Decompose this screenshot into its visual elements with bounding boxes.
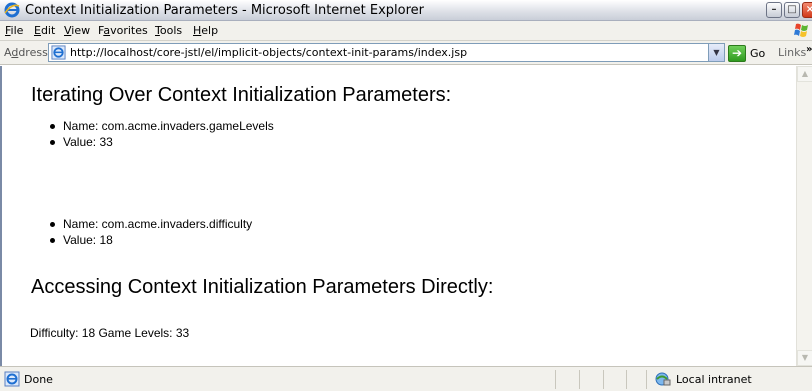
ie-icon xyxy=(4,2,20,18)
links-button[interactable]: Links xyxy=(778,46,806,59)
address-input[interactable]: http://localhost/core-jstl/el/implicit-o… xyxy=(48,43,710,62)
menu-bar: File Edit View Favorites Tools Help xyxy=(0,21,812,41)
list-item: Value: 33 xyxy=(49,134,274,150)
close-button[interactable]: × xyxy=(802,2,812,18)
title-bar[interactable]: Context Initialization Parameters - Micr… xyxy=(0,0,812,21)
maximize-button[interactable]: □ xyxy=(784,2,800,18)
security-zone: Local intranet xyxy=(676,373,752,386)
chevron-up-icon: ▲ xyxy=(801,69,809,78)
status-text: Done xyxy=(24,373,53,386)
menu-tools[interactable]: Tools xyxy=(155,24,182,37)
local-intranet-icon xyxy=(655,372,671,386)
heading-iterating: Iterating Over Context Initialization Pa… xyxy=(31,84,452,106)
links-chevron-icon[interactable]: » xyxy=(806,44,812,55)
chevron-down-icon: ▼ xyxy=(801,353,809,362)
minimize-button[interactable]: – xyxy=(766,2,782,18)
window-controls: – □ × xyxy=(766,2,812,19)
address-dropdown-button[interactable]: ▼ xyxy=(708,43,725,62)
chevron-down-icon: ▼ xyxy=(713,48,720,57)
menu-file[interactable]: File xyxy=(5,24,23,37)
scroll-up-button[interactable]: ▲ xyxy=(797,66,812,82)
windows-logo-icon xyxy=(794,23,808,37)
status-divider xyxy=(579,370,580,389)
minimize-icon: – xyxy=(771,4,777,15)
address-label: Address xyxy=(4,46,48,59)
status-divider xyxy=(626,370,627,389)
list-item: Name: com.acme.invaders.difficulty xyxy=(49,216,252,232)
go-arrow-icon: ➔ xyxy=(728,44,746,62)
vertical-scrollbar[interactable]: ▲ ▼ xyxy=(796,66,812,366)
menu-help[interactable]: Help xyxy=(193,24,218,37)
list-item: Value: 18 xyxy=(49,232,252,248)
menu-favorites[interactable]: Favorites xyxy=(98,24,148,37)
page-content: Iterating Over Context Initialization Pa… xyxy=(0,66,796,366)
heading-direct: Accessing Context Initialization Paramet… xyxy=(31,276,494,298)
maximize-icon: □ xyxy=(787,4,797,15)
menu-edit[interactable]: Edit xyxy=(34,24,55,37)
ie-page-icon xyxy=(4,371,20,387)
status-divider xyxy=(555,370,556,389)
close-icon: × xyxy=(805,4,812,15)
menu-view[interactable]: View xyxy=(64,24,90,37)
address-url: http://localhost/core-jstl/el/implicit-o… xyxy=(70,46,468,59)
scroll-down-button[interactable]: ▼ xyxy=(797,350,812,366)
go-label: Go xyxy=(750,46,766,60)
ie-page-icon xyxy=(51,45,66,60)
status-divider xyxy=(603,370,604,389)
param-list-2: Name: com.acme.invaders.difficulty Value… xyxy=(49,216,252,248)
address-bar: Address http://localhost/core-jstl/el/im… xyxy=(0,41,812,65)
go-button[interactable]: ➔ Go xyxy=(728,44,765,62)
list-item: Name: com.acme.invaders.gameLevels xyxy=(49,118,274,134)
status-bar: Done Local intranet xyxy=(0,366,812,391)
window-title: Context Initialization Parameters - Micr… xyxy=(25,3,425,18)
status-divider xyxy=(646,370,647,389)
direct-values: Difficulty: 18 Game Levels: 33 xyxy=(30,326,190,340)
param-list-1: Name: com.acme.invaders.gameLevels Value… xyxy=(49,118,274,150)
